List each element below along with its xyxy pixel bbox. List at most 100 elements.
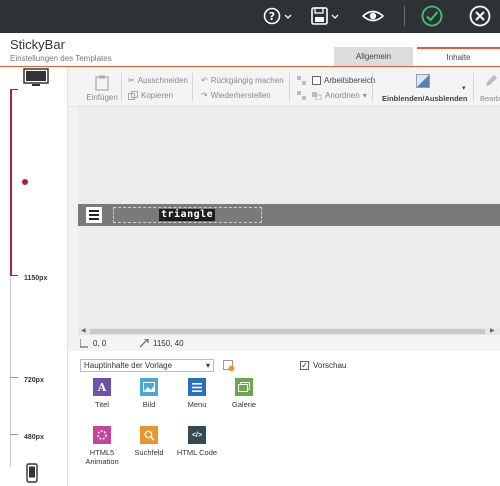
paste-button[interactable]: Einfügen <box>82 75 122 102</box>
redo-label: Wiederherstellen <box>210 91 271 100</box>
widget-suchfeld[interactable]: Suchfeld <box>127 426 171 457</box>
arrange-icon <box>312 92 322 100</box>
scroll-left-icon[interactable]: ◀ <box>81 328 86 335</box>
page-subtitle: Einstellungen des Templates <box>10 54 112 63</box>
menu-icon <box>188 378 206 396</box>
edit-icon <box>486 75 497 86</box>
redo-button[interactable]: ↷ Wiederherstellen <box>201 91 271 100</box>
toolbar-divider <box>473 73 474 101</box>
show-hide-icon <box>416 74 430 88</box>
redo-icon: ↷ <box>201 91 208 100</box>
confirm-button[interactable] <box>420 5 444 27</box>
save-button[interactable] <box>310 5 340 27</box>
tab-allgemein[interactable]: Allgemein <box>334 47 413 66</box>
design-canvas[interactable]: triangle <box>78 107 500 328</box>
clipboard-icon <box>95 75 109 91</box>
widget-label: HTML5 Animation <box>85 448 119 466</box>
toolbar-divider <box>404 6 405 26</box>
align-icon[interactable] <box>297 76 307 86</box>
breakpoint-ruler: 1150px 720px 480px <box>0 67 68 486</box>
animation-icon <box>93 426 111 444</box>
widget-titel[interactable]: A Titel <box>80 378 124 409</box>
cut-label: Ausschneiden <box>137 76 188 85</box>
range-tick <box>10 275 18 276</box>
position-value: 0, 0 <box>93 339 107 348</box>
check-circle-icon <box>421 5 443 27</box>
widget-label: Menu <box>187 400 207 409</box>
toolbar: Einfügen ✂ Ausschneiden Kopieren ↶ Rückg… <box>68 67 500 107</box>
widget-label: Bild <box>142 400 156 409</box>
widget-menu[interactable]: Menu <box>175 378 219 409</box>
undo-button[interactable]: ↶ Rückgängig machen <box>201 76 284 85</box>
toolbar-divider <box>121 73 122 101</box>
breakpoint-label: 480px <box>24 434 44 441</box>
distribute-icon[interactable] <box>297 91 307 101</box>
preview-checkbox[interactable]: ✓ <box>300 361 309 370</box>
logo-text: triangle <box>159 209 216 221</box>
widget-galerie[interactable]: Galerie <box>222 378 266 409</box>
image-icon <box>140 378 158 396</box>
breakpoint-label: 720px <box>24 377 44 384</box>
scroll-right-icon[interactable]: ▶ <box>490 328 495 335</box>
widget-html5-animation[interactable]: HTML5 Animation <box>80 426 124 466</box>
arrange-dropdown[interactable]: Anordnen ▾ <box>312 91 367 100</box>
help-button[interactable]: ? <box>263 5 293 27</box>
breakpoint-handle[interactable] <box>22 179 28 185</box>
undo-label: Rückgängig machen <box>210 76 284 85</box>
position-readout: 0, 0 <box>80 339 106 348</box>
chevron-down-icon: ▾ <box>205 361 210 370</box>
sticky-bar-preview[interactable]: triangle <box>78 204 500 226</box>
close-icon <box>469 5 491 27</box>
widget-html-code[interactable]: </> HTML Code <box>175 426 219 457</box>
desktop-icon[interactable] <box>23 68 49 88</box>
eye-icon <box>362 10 384 22</box>
breakpoint-label: 1150px <box>24 275 48 282</box>
show-hide-button[interactable]: Einblenden/Ausblenden <box>382 94 467 103</box>
coordinates-bar: 0, 0 1150, 40 <box>78 335 500 351</box>
range-tick <box>10 377 18 378</box>
search-icon <box>140 426 158 444</box>
cut-button[interactable]: ✂ Ausschneiden <box>128 76 188 85</box>
preview-button[interactable] <box>361 5 385 27</box>
mobile-icon[interactable] <box>26 463 38 483</box>
widget-label: Suchfeld <box>134 448 164 457</box>
text-a-icon: A <box>93 378 111 396</box>
help-icon: ? <box>263 7 292 25</box>
size-value: 1150, 40 <box>153 339 184 348</box>
add-content-icon[interactable] <box>223 360 235 372</box>
arrange-label: Anordnen <box>325 91 360 100</box>
content-select[interactable]: Hauptinhalte der Vorlage ▾ <box>80 359 214 372</box>
edit-button[interactable]: Bearbe <box>480 94 500 103</box>
workspace-toggle[interactable]: Arbeitsbereich <box>312 76 375 85</box>
widget-bild[interactable]: Bild <box>127 378 171 409</box>
hamburger-menu-icon[interactable] <box>86 207 102 223</box>
size-readout: 1150, 40 <box>140 339 184 348</box>
range-tick <box>10 434 18 435</box>
scroll-thumb[interactable] <box>90 329 485 334</box>
range-line <box>10 277 11 467</box>
show-hide-dropdown-icon[interactable]: ▾ <box>462 84 466 92</box>
content-panel: Hauptinhalte der Vorlage ▾ ✓ Vorschau A … <box>68 351 500 486</box>
svg-text:?: ? <box>269 10 275 23</box>
page-title: StickyBar <box>10 37 65 52</box>
copy-icon <box>128 91 138 100</box>
show-hide-label: Einblenden/Ausblenden <box>382 94 468 103</box>
toolbar-divider <box>289 73 290 101</box>
undo-icon: ↶ <box>201 76 208 85</box>
horizontal-scrollbar[interactable]: ◀ ▶ <box>78 328 500 335</box>
copy-button[interactable]: Kopieren <box>128 91 173 100</box>
top-bar: ? <box>0 0 500 33</box>
tab-inhalte[interactable]: Inhalte <box>417 47 500 66</box>
logo-frame[interactable]: triangle <box>113 207 262 223</box>
toolbar-divider <box>192 73 193 101</box>
scissors-icon: ✂ <box>128 76 135 85</box>
paste-label: Einfügen <box>86 93 118 102</box>
workspace-label: Arbeitsbereich <box>324 76 376 85</box>
preview-toggle[interactable]: ✓ Vorschau <box>300 361 346 370</box>
widget-label: HTML Code <box>176 448 218 457</box>
chevron-down-icon: ▾ <box>362 91 367 100</box>
workspace-checkbox[interactable] <box>312 76 321 85</box>
toolbar-divider <box>372 73 373 101</box>
copy-label: Kopieren <box>141 91 174 100</box>
close-button[interactable] <box>468 5 492 27</box>
